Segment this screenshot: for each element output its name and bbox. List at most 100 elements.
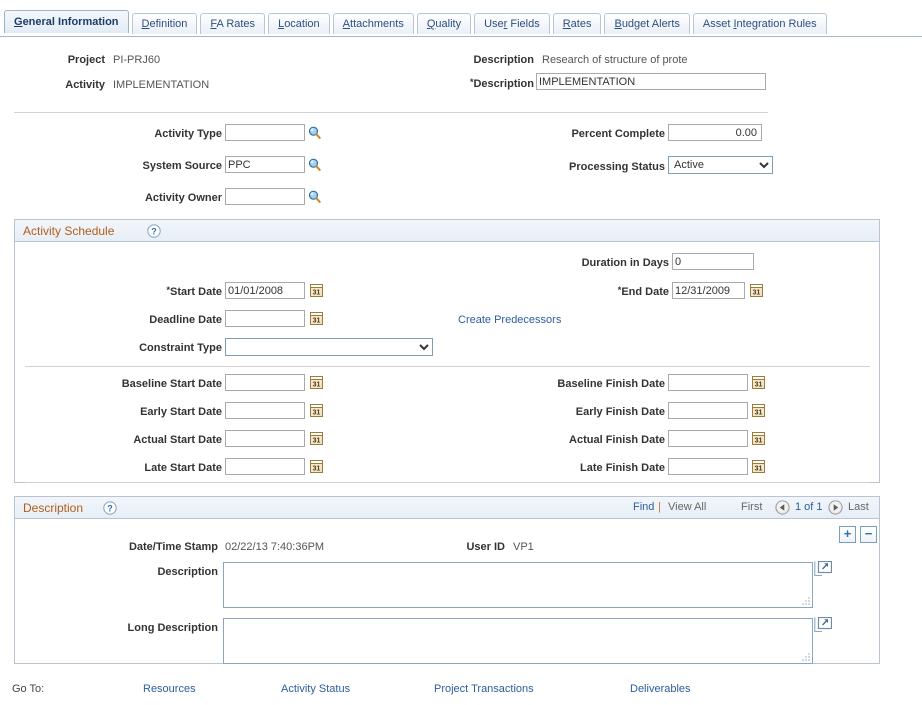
description-group-header: Description ? Find | View All First 1 of… [15, 497, 879, 519]
description-field-label: Description [157, 566, 218, 578]
schedule-bottom-divider [25, 482, 870, 483]
description-textarea[interactable] [223, 562, 813, 608]
long-description-resize-grip[interactable] [802, 652, 811, 661]
system-source-input[interactable] [225, 156, 305, 173]
long-description-field-label: Long Description [127, 622, 218, 634]
processing-status-label: Processing Status [569, 161, 665, 173]
description-resize-grip[interactable] [802, 596, 811, 605]
end-date-input[interactable] [672, 282, 745, 299]
delete-row-button[interactable]: − [860, 526, 877, 543]
activity-schedule-title: Activity Schedule [23, 224, 115, 238]
start-date-input[interactable] [225, 282, 305, 299]
baseline-finish-date-label: Baseline Finish Date [557, 378, 665, 390]
constraint-type-select[interactable] [225, 338, 433, 356]
actual-start-date-label: Actual Start Date [133, 434, 222, 446]
expand-description-icon[interactable] [814, 561, 832, 577]
lookup-icon[interactable] [308, 190, 321, 203]
percent-complete-input[interactable] [668, 124, 762, 141]
lookup-icon[interactable] [308, 158, 321, 171]
calendar-icon[interactable]: 31 [310, 375, 323, 389]
tab-quality[interactable]: Quality [416, 13, 472, 34]
tab-rates[interactable]: Rates [552, 13, 602, 34]
svg-text:?: ? [151, 226, 157, 236]
duration-in-days-label: Duration in Days [581, 257, 669, 269]
tab-budget-alerts[interactable]: Budget Alerts [604, 13, 690, 34]
calendar-icon[interactable]: 31 [752, 431, 765, 445]
early-start-date-label: Early Start Date [140, 406, 222, 418]
lookup-icon[interactable] [308, 126, 321, 139]
activity-value: IMPLEMENTATION [113, 79, 210, 91]
calendar-icon[interactable]: 31 [310, 459, 323, 473]
previous-row-icon[interactable] [775, 500, 790, 515]
next-row-icon[interactable] [828, 500, 843, 515]
calendar-icon[interactable]: 31 [310, 311, 323, 325]
help-icon[interactable]: ? [103, 501, 117, 515]
add-row-button[interactable]: + [839, 526, 856, 543]
svg-text:31: 31 [753, 290, 761, 297]
duration-in-days-input[interactable] [672, 253, 754, 270]
calendar-icon[interactable]: 31 [310, 431, 323, 445]
baseline-start-date-input[interactable] [225, 374, 305, 391]
baseline-finish-date-input[interactable] [668, 374, 748, 391]
activity-general-information-page: General Information Definition FA Rates Loc… [0, 0, 922, 705]
view-all-link[interactable]: View All [668, 501, 706, 513]
tab-location[interactable]: Location [268, 13, 330, 34]
actual-finish-date-input[interactable] [668, 430, 748, 447]
help-icon[interactable]: ? [147, 224, 161, 238]
early-start-date-input[interactable] [225, 402, 305, 419]
svg-text:31: 31 [313, 438, 321, 445]
processing-status-select[interactable]: ActiveInactivePending [668, 156, 773, 174]
activity-label: Activity [65, 79, 105, 91]
late-finish-date-input[interactable] [668, 458, 748, 475]
activity-type-input[interactable] [225, 124, 305, 141]
tab-general-information[interactable]: General Information [4, 10, 129, 33]
nav-separator: | [658, 501, 661, 513]
calendar-icon[interactable]: 31 [750, 283, 763, 297]
deadline-date-label: Deadline Date [149, 314, 222, 326]
row-counter: 1 of 1 [795, 501, 823, 513]
late-finish-date-label: Late Finish Date [580, 462, 665, 474]
goto-link-resources[interactable]: Resources [143, 683, 196, 695]
calendar-icon[interactable]: 31 [310, 283, 323, 297]
user-id-value: VP1 [513, 541, 534, 553]
activity-description-input[interactable] [536, 73, 766, 90]
calendar-icon[interactable]: 31 [752, 459, 765, 473]
find-link[interactable]: Find [633, 501, 654, 513]
late-start-date-label: Late Start Date [144, 462, 222, 474]
datetime-stamp-label: Date/Time Stamp [128, 541, 218, 553]
tab-user-fields[interactable]: User Fields [474, 13, 550, 34]
svg-text:?: ? [107, 503, 113, 513]
goto-link-project-transactions[interactable]: Project Transactions [434, 683, 534, 695]
tab-definition[interactable]: Definition [131, 13, 198, 34]
activity-type-label: Activity Type [154, 128, 222, 140]
late-start-date-input[interactable] [225, 458, 305, 475]
expand-long-description-icon[interactable] [814, 617, 832, 633]
user-id-label: User ID [466, 541, 505, 553]
tab-fa-rates[interactable]: FA Rates [200, 13, 266, 34]
create-predecessors-link[interactable]: Create Predecessors [458, 314, 561, 326]
tab-asset-integration-rules[interactable]: Asset Integration Rules [692, 13, 827, 34]
calendar-icon[interactable]: 31 [310, 403, 323, 417]
baseline-start-date-label: Baseline Start Date [121, 378, 222, 390]
calendar-icon[interactable]: 31 [752, 403, 765, 417]
svg-text:31: 31 [313, 410, 321, 417]
svg-text:31: 31 [755, 466, 763, 473]
end-date-label: *End Date [617, 285, 669, 298]
goto-link-activity-status[interactable]: Activity Status [281, 683, 350, 695]
schedule-divider [25, 366, 870, 367]
svg-text:31: 31 [313, 466, 321, 473]
svg-text:31: 31 [313, 290, 321, 297]
long-description-textarea[interactable] [223, 618, 813, 664]
tab-attachments[interactable]: Attachments [332, 13, 414, 34]
activity-owner-input[interactable] [225, 188, 305, 205]
early-finish-date-input[interactable] [668, 402, 748, 419]
calendar-icon[interactable]: 31 [752, 375, 765, 389]
start-date-label: *Start Date [166, 285, 222, 298]
deadline-date-input[interactable] [225, 310, 305, 327]
goto-link-deliverables[interactable]: Deliverables [630, 683, 691, 695]
datetime-stamp-value: 02/22/13 7:40:36PM [225, 541, 325, 553]
svg-text:31: 31 [313, 318, 321, 325]
tab-bar: General Information Definition FA Rates Loc… [0, 10, 922, 37]
actual-start-date-input[interactable] [225, 430, 305, 447]
first-link: First [741, 501, 763, 513]
